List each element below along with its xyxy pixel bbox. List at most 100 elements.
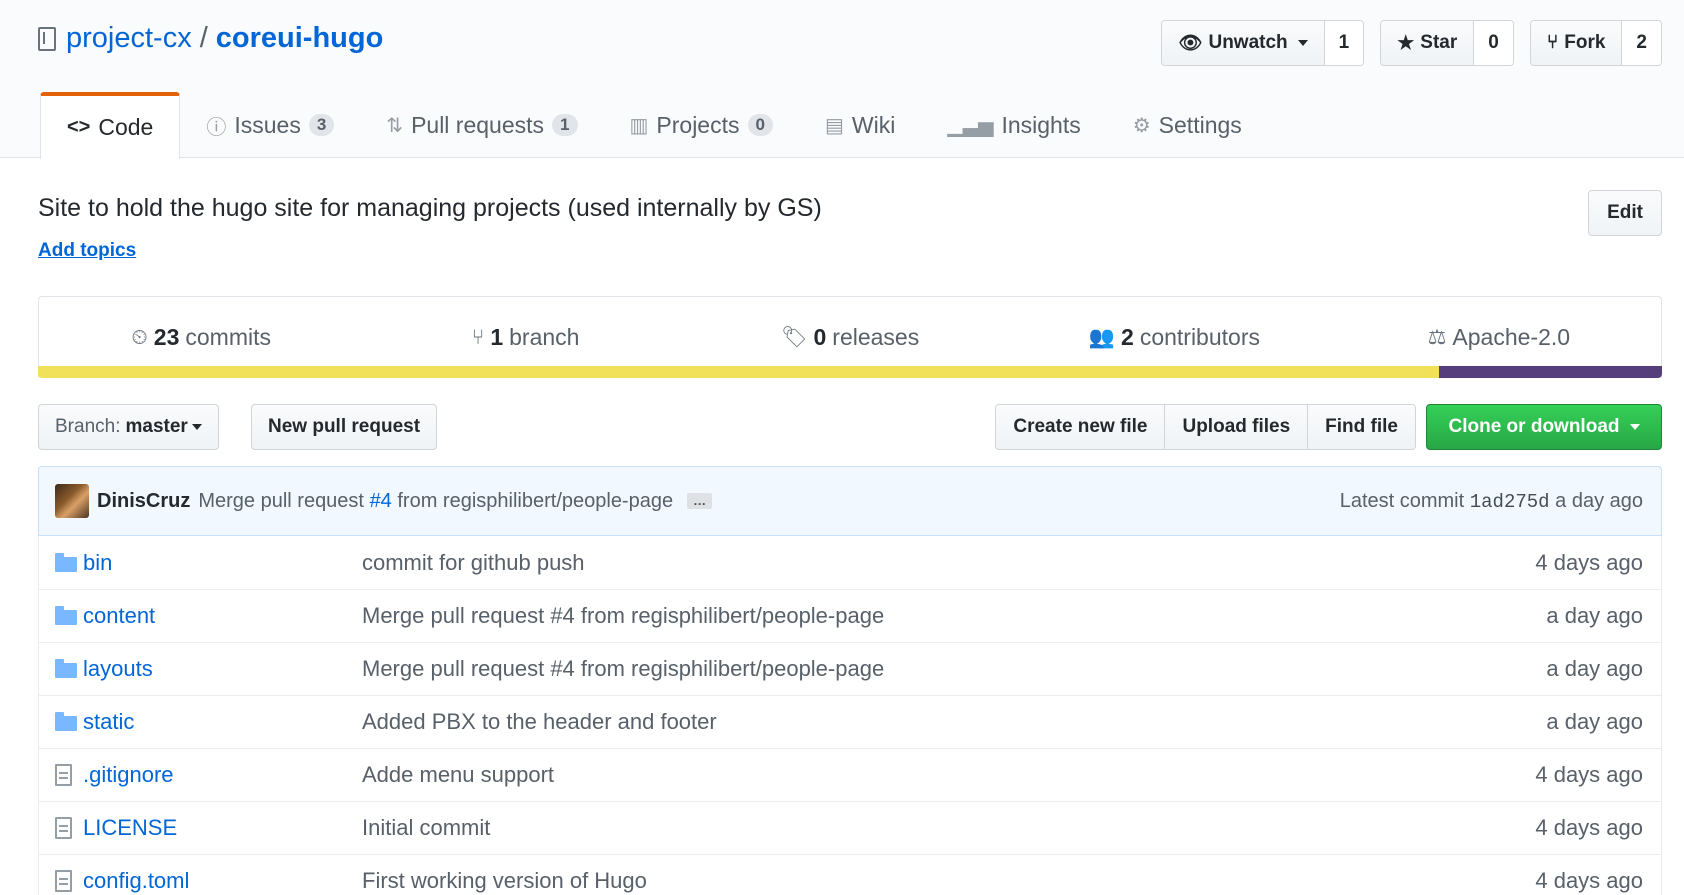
- language-bar[interactable]: [38, 366, 1662, 378]
- chevron-down-icon: [191, 424, 202, 430]
- law-icon: ⚖: [1427, 326, 1447, 349]
- pull-request-icon: ⇅: [386, 114, 404, 137]
- latest-commit-label: Latest commit: [1339, 489, 1465, 512]
- stargazers-count[interactable]: 0: [1474, 21, 1513, 65]
- file-commit-message[interactable]: First working version of Hugo: [362, 868, 1535, 894]
- file-commit-message[interactable]: commit for github push: [362, 550, 1535, 576]
- branch-name: master: [125, 416, 188, 437]
- clone-label: Clone or download: [1448, 416, 1620, 437]
- gear-icon: ⚙: [1132, 114, 1151, 137]
- file-action-group: Create new file Upload files Find file: [995, 404, 1416, 450]
- star-group: ★ Star 0: [1380, 20, 1514, 66]
- tab-settings[interactable]: ⚙ Settings: [1107, 92, 1268, 158]
- star-icon: ★: [1397, 32, 1415, 54]
- file-name-link[interactable]: content: [83, 603, 362, 629]
- people-icon: 👥: [1088, 325, 1116, 349]
- edit-description-button[interactable]: Edit: [1588, 190, 1662, 236]
- repo-title: project-cx / coreui-hugo: [38, 22, 383, 55]
- watchers-count[interactable]: 1: [1324, 21, 1364, 65]
- file-name-link[interactable]: .gitignore: [83, 762, 362, 788]
- folder-icon: [55, 606, 77, 625]
- file-commit-message[interactable]: Adde menu support: [362, 762, 1535, 788]
- upload-files-button[interactable]: Upload files: [1165, 405, 1309, 449]
- eye-icon: 👁: [1178, 33, 1203, 54]
- tab-issues[interactable]: ⓘ Issues 3: [180, 92, 360, 158]
- file-icon: [55, 870, 72, 892]
- folder-icon: [55, 712, 77, 731]
- file-commit-message[interactable]: Merge pull request #4 from regisphiliber…: [362, 603, 1546, 629]
- file-name-link[interactable]: config.toml: [83, 868, 362, 894]
- repo-owner-link[interactable]: project-cx: [66, 22, 192, 55]
- unwatch-label: Unwatch: [1208, 32, 1288, 53]
- file-icon: [55, 764, 72, 786]
- commit-author[interactable]: DinisCruz: [97, 490, 190, 513]
- repo-path-separator: /: [199, 22, 208, 54]
- tab-label: Settings: [1158, 111, 1242, 138]
- create-new-file-button[interactable]: Create new file: [996, 405, 1166, 449]
- chevron-down-icon: [1297, 40, 1308, 46]
- code-icon: <>: [67, 116, 91, 138]
- file-age: a day ago: [1546, 603, 1643, 628]
- tab-label: Pull requests: [411, 111, 545, 138]
- file-name-link[interactable]: LICENSE: [83, 815, 362, 841]
- fork-label: Fork: [1564, 32, 1606, 53]
- star-button[interactable]: ★ Star: [1381, 21, 1475, 65]
- contributors-label: contributors: [1139, 324, 1260, 350]
- repo-icon: [38, 26, 56, 51]
- tab-label: Issues: [234, 111, 301, 138]
- tag-icon: 🏷: [780, 325, 808, 349]
- file-commit-message[interactable]: Added PBX to the header and footer: [362, 709, 1546, 735]
- file-name-link[interactable]: static: [83, 709, 362, 735]
- repo-tabs: <> Code ⓘ Issues 3 ⇅ Pull requests 1 ▥ P…: [40, 92, 1268, 159]
- commits-count: 23: [153, 324, 180, 350]
- branch-select-button[interactable]: Branch: master: [38, 404, 219, 450]
- file-name-link[interactable]: bin: [83, 550, 362, 576]
- latest-commit-bar: DinisCruz Merge pull request #4 from reg…: [38, 466, 1662, 536]
- expand-commit-button[interactable]: …: [687, 493, 713, 509]
- releases-label: releases: [832, 324, 920, 350]
- commit-age: a day ago: [1555, 489, 1643, 512]
- tab-wiki[interactable]: ▤ Wiki: [799, 92, 921, 158]
- tab-pull-requests[interactable]: ⇅ Pull requests 1: [360, 92, 603, 158]
- tab-insights[interactable]: ▁▃▅ Insights: [921, 92, 1106, 158]
- forks-count[interactable]: 2: [1622, 21, 1661, 65]
- watch-group: 👁 Unwatch 1: [1161, 20, 1365, 66]
- clone-or-download-button[interactable]: Clone or download: [1426, 404, 1662, 450]
- table-row: bin commit for github push 4 days ago: [39, 536, 1661, 589]
- folder-icon: [55, 552, 77, 572]
- commit-message[interactable]: Merge pull request #4 from regisphiliber…: [198, 490, 673, 513]
- commit-message-suffix: from regisphilibert/people-page: [397, 489, 674, 512]
- issue-icon: ⓘ: [206, 116, 227, 139]
- file-age: a day ago: [1546, 709, 1643, 734]
- branch-icon: ⑂: [471, 325, 485, 349]
- unwatch-button[interactable]: 👁 Unwatch: [1162, 21, 1325, 65]
- tab-label: Insights: [1001, 111, 1081, 138]
- table-row: LICENSE Initial commit 4 days ago: [39, 801, 1661, 854]
- tab-code[interactable]: <> Code: [40, 92, 181, 159]
- table-row: static Added PBX to the header and foote…: [39, 695, 1661, 748]
- repo-name-link[interactable]: coreui-hugo: [216, 22, 384, 55]
- new-pull-request-button[interactable]: New pull request: [251, 404, 438, 450]
- find-file-button[interactable]: Find file: [1308, 405, 1415, 449]
- repository-page: project-cx / coreui-hugo 👁 Unwatch 1 ★ S…: [0, 0, 1684, 895]
- add-topics-link[interactable]: Add topics: [38, 240, 136, 262]
- history-icon: ⏲: [131, 325, 148, 349]
- avatar[interactable]: [55, 484, 89, 518]
- commit-meta: Latest commit 1ad275d a day ago: [1340, 490, 1643, 513]
- branch-prefix: Branch:: [55, 416, 121, 437]
- commit-sha[interactable]: 1ad275d: [1470, 491, 1550, 513]
- language-bar-secondary: [1439, 366, 1662, 378]
- star-label: Star: [1420, 32, 1458, 53]
- file-age: 4 days ago: [1535, 868, 1643, 893]
- chevron-down-icon: [1629, 424, 1640, 430]
- folder-icon: [55, 659, 77, 678]
- file-age: 4 days ago: [1535, 815, 1643, 840]
- file-commit-message[interactable]: Merge pull request #4 from regisphiliber…: [362, 656, 1546, 682]
- tab-label: Wiki: [851, 111, 896, 138]
- pull-request-link[interactable]: #4: [370, 490, 392, 512]
- file-name-link[interactable]: layouts: [83, 656, 362, 682]
- project-icon: ▥: [629, 114, 649, 137]
- tab-projects[interactable]: ▥ Projects 0: [604, 92, 799, 158]
- file-commit-message[interactable]: Initial commit: [362, 815, 1535, 841]
- fork-button[interactable]: ⑂ Fork: [1530, 21, 1623, 65]
